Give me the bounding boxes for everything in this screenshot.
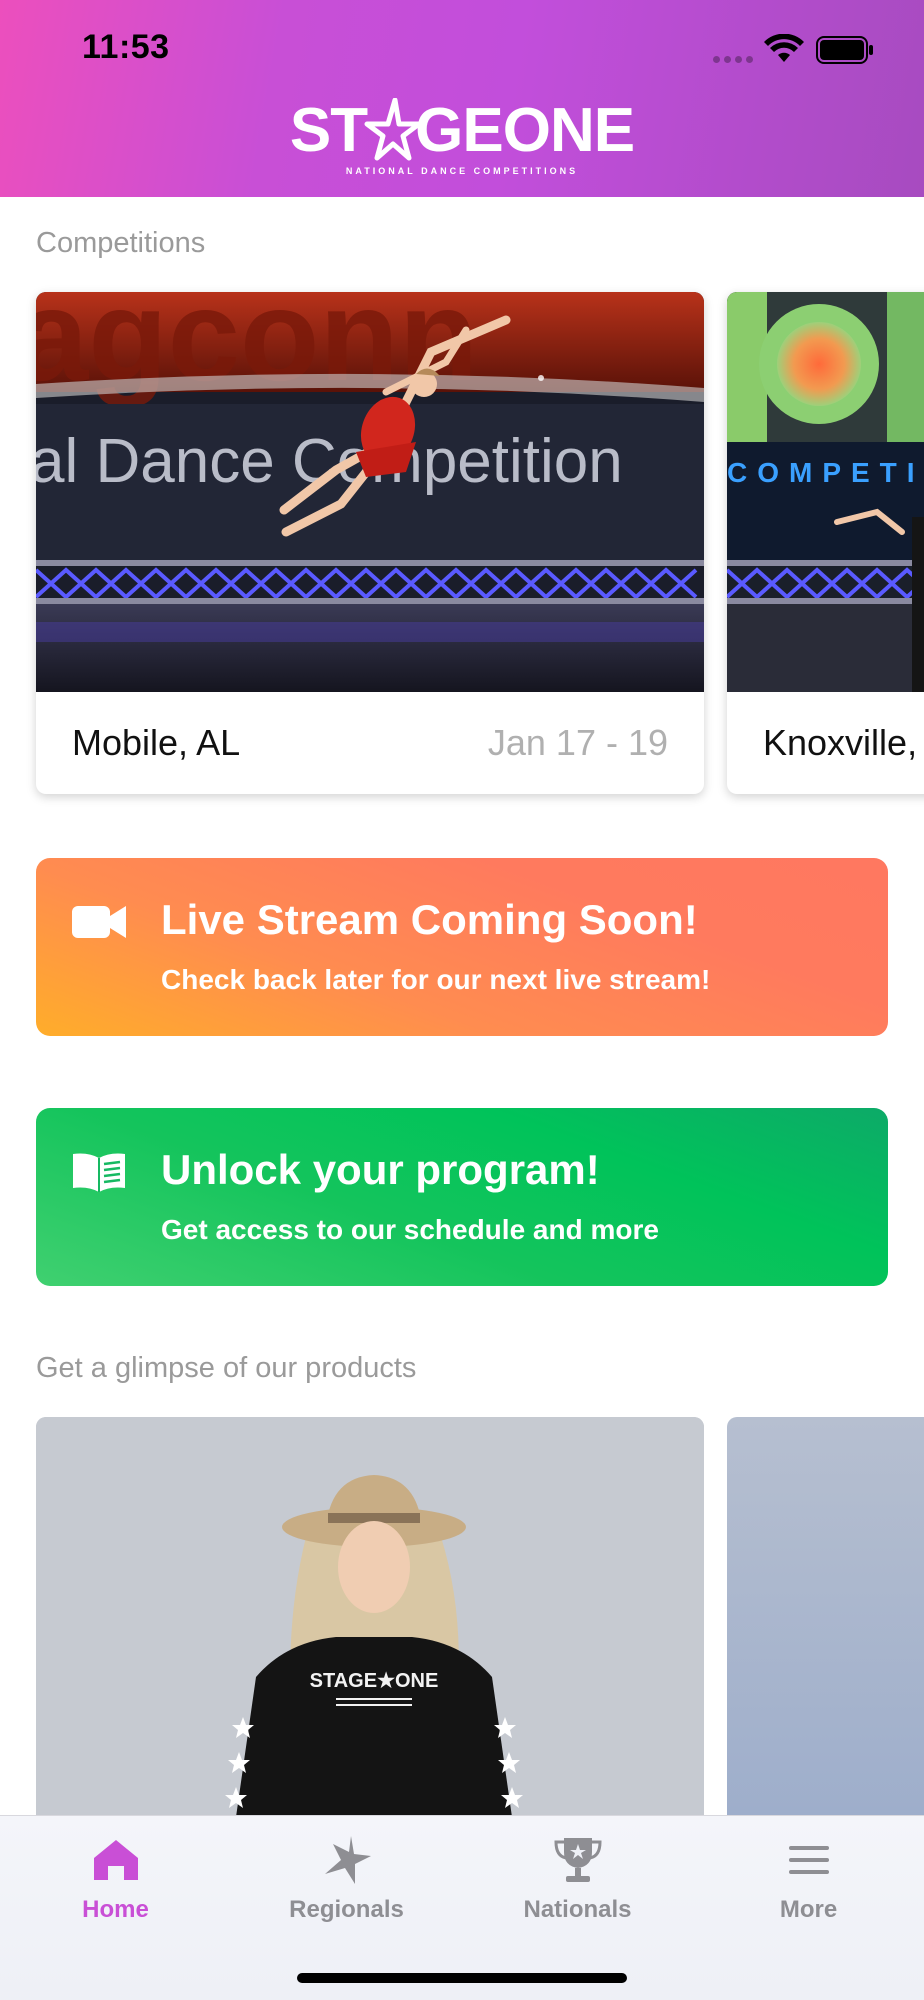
- unlock-program-title: Unlock your program!: [161, 1146, 600, 1193]
- wifi-icon: [764, 34, 804, 62]
- unlock-program-subtitle: Get access to our schedule and more: [161, 1214, 659, 1245]
- app-header: 11:53 ST GEONE NATIONAL DANCE COMPETITIO…: [0, 0, 924, 197]
- logo-text-right: GEONE: [415, 96, 635, 165]
- competition-photo: agconn al Dance Competition: [36, 292, 704, 692]
- backdrop-text-2: COMPETI: [727, 457, 924, 488]
- tab-nationals-label: Nationals: [523, 1896, 632, 1923]
- status-bar: 11:53: [0, 0, 924, 100]
- video-camera-icon: [72, 906, 126, 938]
- trophy-icon: [554, 1838, 602, 1882]
- shirt-print: STAGE★ONE: [310, 1670, 439, 1692]
- status-time: 11:53: [82, 28, 170, 66]
- tab-regionals-label: Regionals: [289, 1896, 404, 1923]
- competition-city: Knoxville, TN: [763, 722, 924, 763]
- unlock-program-banner[interactable]: Unlock your program! Get access to our s…: [36, 1108, 888, 1286]
- tab-nationals[interactable]: Nationals: [462, 1816, 693, 1936]
- menu-icon: [789, 1846, 829, 1874]
- tab-home-label: Home: [82, 1896, 149, 1923]
- backdrop-text: al Dance Competition: [36, 427, 623, 496]
- home-icon: [94, 1840, 138, 1880]
- live-stream-subtitle: Check back later for our next live strea…: [161, 964, 711, 995]
- products-section-title: Get a glimpse of our products: [36, 1352, 417, 1384]
- stageone-logo: ST GEONE NATIONAL DANCE COMPETITIONS: [0, 96, 924, 177]
- logo-star-icon: [364, 98, 422, 161]
- logo-subtitle: NATIONAL DANCE COMPETITIONS: [345, 166, 579, 176]
- tab-regionals[interactable]: Regionals: [231, 1816, 462, 1936]
- cellular-signal-icon: [713, 56, 755, 64]
- tab-more[interactable]: More: [693, 1816, 924, 1936]
- competition-card[interactable]: COMPETI Knoxville, TN: [727, 292, 924, 794]
- logo-text-left: ST: [289, 96, 368, 165]
- product-photo: STAGE★ONE: [36, 1417, 704, 1817]
- product-card[interactable]: STAGE★ONE: [36, 1417, 704, 1817]
- product-card[interactable]: [727, 1417, 924, 1817]
- competition-dates: Jan 17 - 19: [487, 722, 668, 763]
- open-book-icon: [73, 1153, 125, 1192]
- live-stream-banner[interactable]: Live Stream Coming Soon! Check back late…: [36, 858, 888, 1036]
- competition-card[interactable]: agconn al Dance Competition Mobile, AL J…: [36, 292, 704, 794]
- competition-city: Mobile, AL: [72, 722, 241, 763]
- star-icon: [325, 1836, 371, 1884]
- home-indicator[interactable]: [297, 1973, 627, 1983]
- live-stream-title: Live Stream Coming Soon!: [161, 896, 698, 943]
- tab-home[interactable]: Home: [0, 1816, 231, 1936]
- competition-photo: COMPETI: [727, 292, 924, 692]
- competitions-section-title: Competitions: [36, 227, 206, 259]
- battery-icon: [816, 36, 873, 64]
- tab-more-label: More: [779, 1896, 838, 1923]
